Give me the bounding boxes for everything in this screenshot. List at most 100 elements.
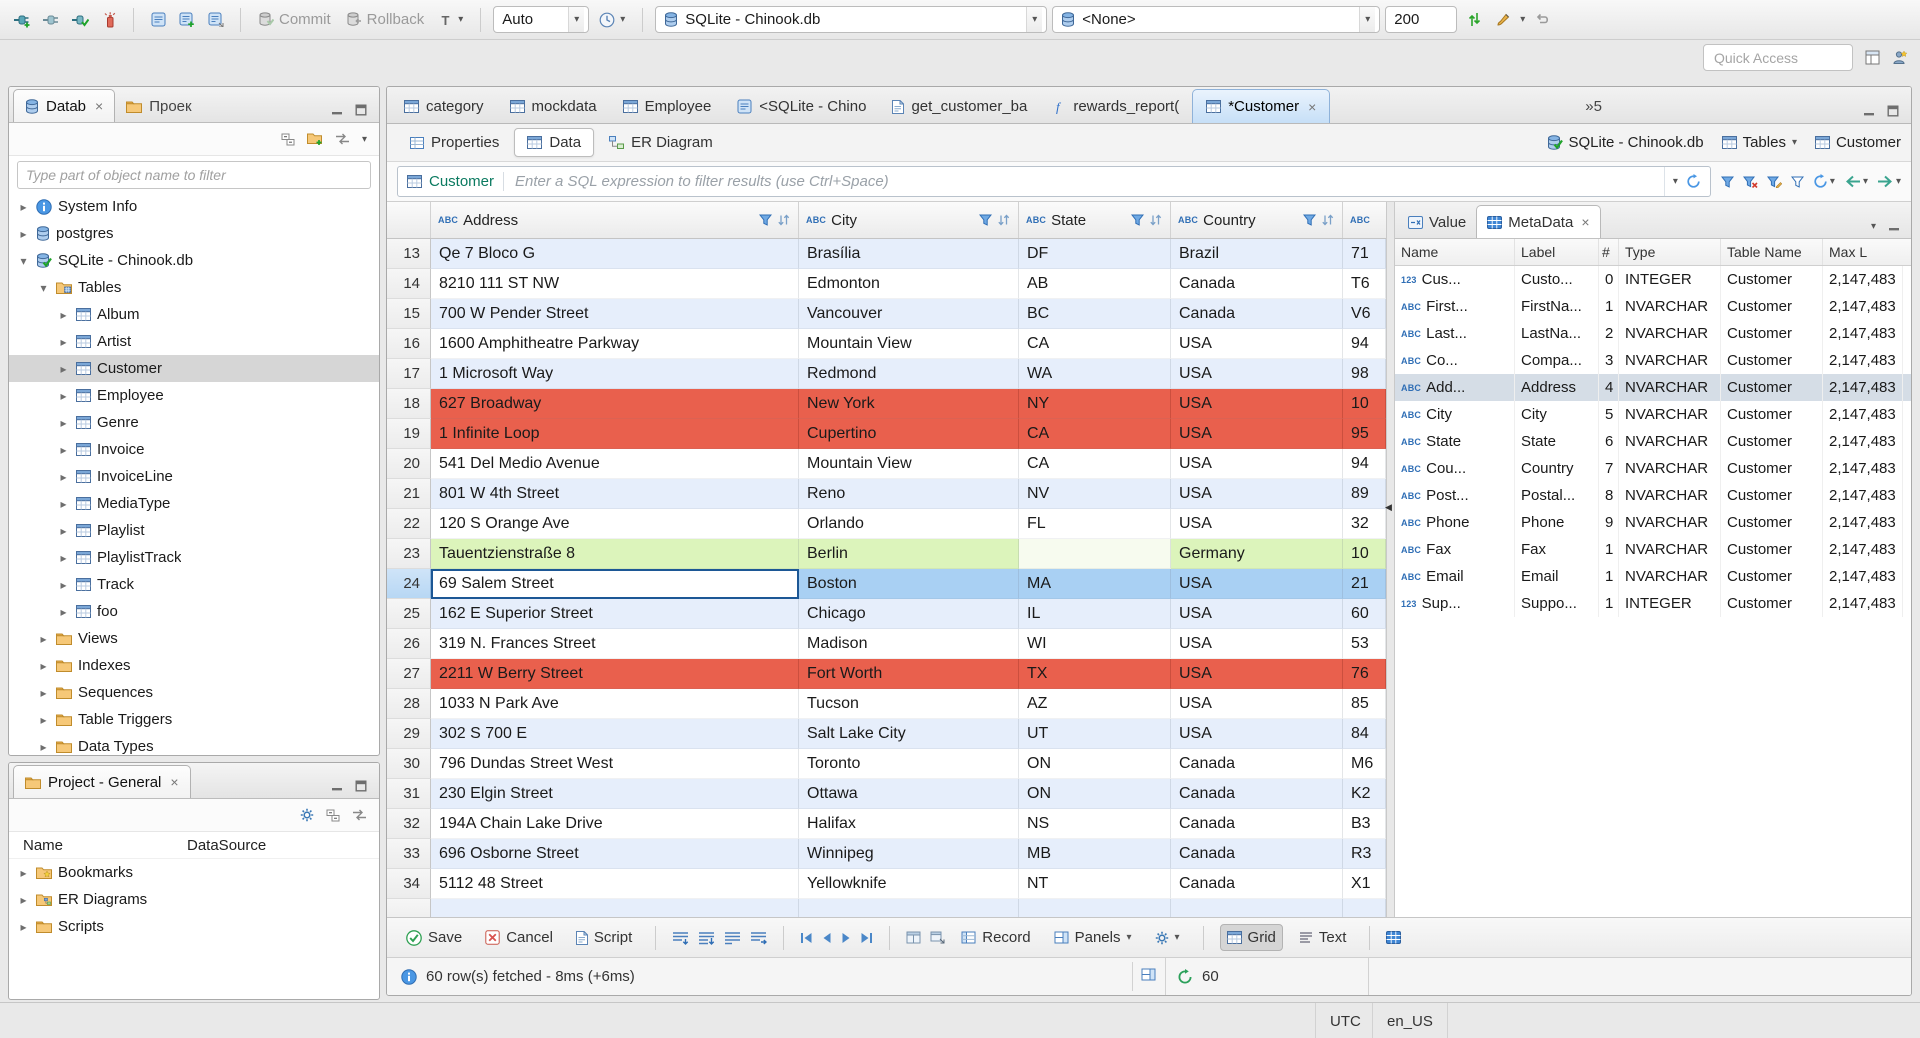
row-number-cell[interactable]: 30: [387, 749, 431, 779]
cell-state[interactable]: CA: [1019, 449, 1171, 479]
cell-address[interactable]: 1 Microsoft Way: [431, 359, 799, 389]
editor-tab-customer[interactable]: *Customer ×: [1192, 89, 1331, 123]
fetch-row-count-icon[interactable]: [724, 931, 741, 945]
cell-state[interactable]: ON: [1019, 779, 1171, 809]
cell-city[interactable]: Mountain View: [799, 329, 1019, 359]
cell-postalcode[interactable]: 98: [1343, 359, 1386, 389]
cell-postalcode[interactable]: V6: [1343, 299, 1386, 329]
cell-postalcode[interactable]: 89: [1343, 479, 1386, 509]
column-header-state[interactable]: ABC State: [1019, 202, 1171, 238]
cell-city[interactable]: Ottawa: [799, 779, 1019, 809]
grid-corner-cell[interactable]: [387, 202, 431, 238]
panels-button[interactable]: Panels ▾: [1047, 924, 1139, 951]
refresh-control[interactable]: ▾: [1813, 174, 1835, 189]
collapsed-arrow-icon[interactable]: ▸: [57, 470, 70, 484]
tree-item-employee[interactable]: ▸ Employee: [9, 382, 379, 409]
save-button[interactable]: Save: [399, 924, 469, 951]
cell-state[interactable]: TX: [1019, 659, 1171, 689]
cell-city[interactable]: Fort Worth: [799, 659, 1019, 689]
next-row-icon[interactable]: [841, 932, 851, 944]
cell-state[interactable]: ON: [1019, 749, 1171, 779]
row-number-cell[interactable]: 27: [387, 659, 431, 689]
filter-expression-box[interactable]: Customer ▾: [397, 166, 1711, 197]
tree-item-invoice[interactable]: ▸ Invoice: [9, 436, 379, 463]
cell-address[interactable]: 120 S Orange Ave: [431, 509, 799, 539]
cell-country[interactable]: USA: [1171, 419, 1343, 449]
cell-address[interactable]: 5112 48 Street: [431, 869, 799, 899]
forward-control[interactable]: ▾: [1877, 175, 1901, 188]
row-number-cell[interactable]: 26: [387, 629, 431, 659]
tree-item-foo[interactable]: ▸ foo: [9, 598, 379, 625]
row-number-cell[interactable]: 23: [387, 539, 431, 569]
collapse-all-icon[interactable]: [326, 809, 340, 822]
filter-expression-input[interactable]: [513, 172, 1655, 191]
disconnect-icon[interactable]: [97, 8, 121, 32]
gear-icon[interactable]: [300, 808, 314, 822]
column-header-address[interactable]: ABC Address: [431, 202, 799, 238]
tree-item-postgres[interactable]: ▸ postgres: [9, 220, 379, 247]
row-number-cell[interactable]: 33: [387, 839, 431, 869]
cell-empty[interactable]: [1019, 899, 1171, 917]
cell-state[interactable]: MB: [1019, 839, 1171, 869]
cell-country[interactable]: Canada: [1171, 269, 1343, 299]
schema-select[interactable]: <None> ▾: [1052, 6, 1381, 33]
collapsed-arrow-icon[interactable]: ▸: [17, 227, 30, 241]
cell-country[interactable]: Canada: [1171, 869, 1343, 899]
cell-postalcode[interactable]: K2: [1343, 779, 1386, 809]
new-folder-icon[interactable]: [306, 132, 323, 146]
close-icon[interactable]: ×: [95, 98, 103, 114]
metadata-row[interactable]: ABC City City 5 NVARCHAR Customer 2,147,483: [1395, 401, 1911, 428]
row-number-cell[interactable]: 16: [387, 329, 431, 359]
collapsed-arrow-icon[interactable]: ▸: [17, 200, 30, 214]
transaction-mode-select[interactable]: Auto ▾: [493, 6, 590, 33]
collapsed-arrow-icon[interactable]: ▸: [57, 497, 70, 511]
context-entity[interactable]: Customer: [1814, 134, 1901, 151]
row-number-cell[interactable]: 13: [387, 239, 431, 269]
maximize-icon[interactable]: [1887, 105, 1899, 117]
new-connection-icon[interactable]: [10, 8, 34, 32]
cell-city[interactable]: Tucson: [799, 689, 1019, 719]
cell-postalcode[interactable]: X1: [1343, 869, 1386, 899]
tab-properties[interactable]: Properties: [397, 128, 512, 157]
hidden-tabs-indicator[interactable]: »5: [1585, 98, 1608, 123]
metadata-row[interactable]: ABC Phone Phone 9 NVARCHAR Customer 2,147,483: [1395, 509, 1911, 536]
cell-state[interactable]: AZ: [1019, 689, 1171, 719]
cell-country[interactable]: USA: [1171, 629, 1343, 659]
apply-filter-icon[interactable]: [1720, 176, 1734, 188]
filter-history-icon[interactable]: ▾: [1673, 176, 1678, 187]
record-button[interactable]: Record: [954, 924, 1037, 951]
cell-city[interactable]: Boston: [799, 569, 1019, 599]
metadata-row[interactable]: ABC Cou... Country 7 NVARCHAR Customer 2,147,4…: [1395, 455, 1911, 482]
new-sql-editor-icon[interactable]: [175, 8, 199, 32]
tree-item-playlisttrack[interactable]: ▸ PlaylistTrack: [9, 544, 379, 571]
detach-window-icon[interactable]: [930, 931, 945, 944]
collapsed-arrow-icon[interactable]: ▸: [37, 713, 50, 727]
editor-tab-get-customer-ba[interactable]: get_customer_ba: [879, 90, 1040, 123]
cell-empty[interactable]: [1171, 899, 1343, 917]
cell-state[interactable]: [1019, 539, 1171, 569]
maximize-icon[interactable]: [355, 780, 367, 792]
collapsed-arrow-icon[interactable]: ▸: [57, 524, 70, 538]
link-with-editor-icon[interactable]: [335, 133, 350, 145]
back-control[interactable]: ▾: [1844, 175, 1868, 188]
metadata-row[interactable]: ABC Post... Postal... 8 NVARCHAR Customer 2,14…: [1395, 482, 1911, 509]
tab-data[interactable]: Data: [514, 128, 595, 157]
cell-state[interactable]: IL: [1019, 599, 1171, 629]
tree-item-system-info[interactable]: ▸ System Info: [9, 193, 379, 220]
locale-indicator[interactable]: en_US: [1372, 1003, 1448, 1038]
cell-city[interactable]: Halifax: [799, 809, 1019, 839]
column-header-number[interactable]: #: [1599, 239, 1619, 265]
previous-row-icon[interactable]: [822, 932, 832, 944]
remove-filter-icon[interactable]: [1742, 176, 1758, 188]
column-header-table-name[interactable]: Table Name: [1721, 239, 1823, 265]
cell-country[interactable]: USA: [1171, 599, 1343, 629]
cell-empty[interactable]: [799, 899, 1019, 917]
auto-refresh-control[interactable]: 60: [1165, 958, 1369, 995]
sort-icon[interactable]: [997, 214, 1011, 226]
cell-postalcode[interactable]: M6: [1343, 749, 1386, 779]
cell-address[interactable]: 230 Elgin Street: [431, 779, 799, 809]
cell-address[interactable]: 1033 N Park Ave: [431, 689, 799, 719]
cell-state[interactable]: NV: [1019, 479, 1171, 509]
cell-city[interactable]: Redmond: [799, 359, 1019, 389]
collapsed-arrow-icon[interactable]: ▸: [17, 866, 30, 880]
